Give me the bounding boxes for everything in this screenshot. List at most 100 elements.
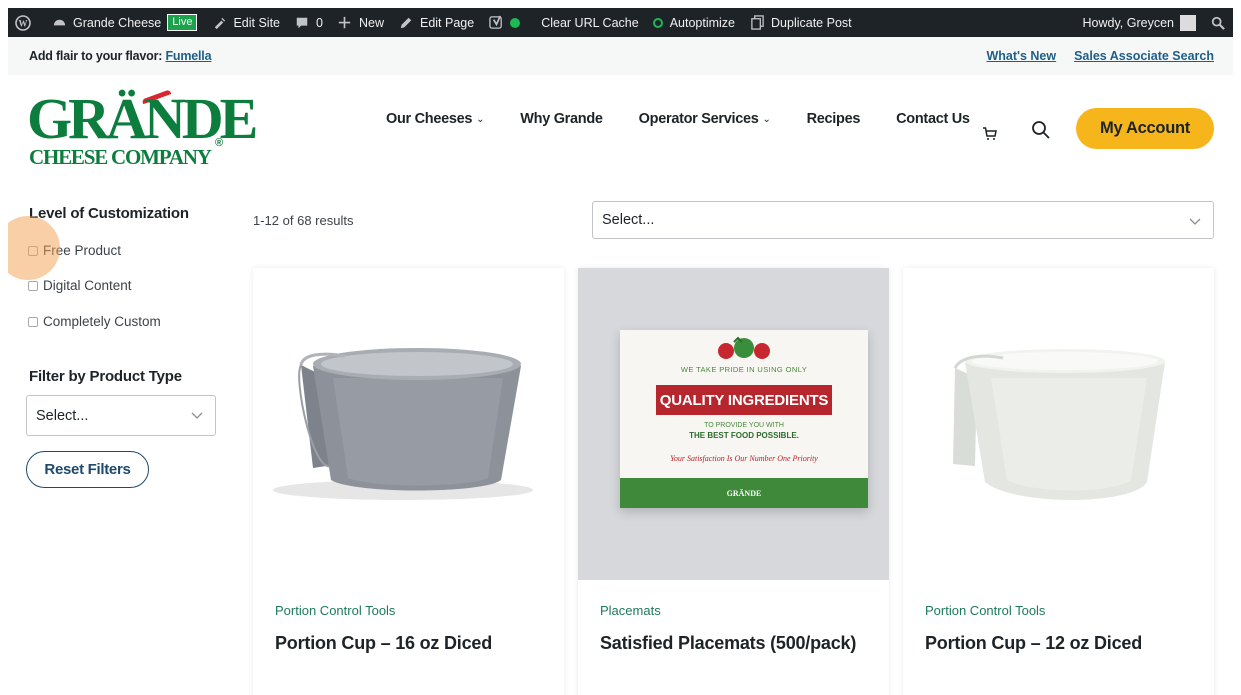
nav-label: Recipes bbox=[806, 111, 861, 127]
product-type-heading: Filter by Product Type bbox=[29, 368, 182, 385]
nav-operator-services[interactable]: Operator Services ⌄ bbox=[639, 111, 771, 127]
product-image[interactable]: WE TAKE PRIDE IN USING ONLY QUALITY INGR… bbox=[578, 268, 889, 580]
seo-status-dot bbox=[510, 17, 521, 28]
comments-count: 0 bbox=[316, 15, 323, 30]
product-card[interactable]: Portion Control Tools Portion Cup – 12 o… bbox=[903, 268, 1214, 695]
sort-select[interactable]: Select... bbox=[592, 201, 1214, 239]
browser-viewport: W Grande Cheese Live Edit Site 0 New Edi… bbox=[8, 8, 1233, 695]
yoast-seo-button[interactable] bbox=[481, 8, 534, 37]
product-type-select[interactable]: Select... bbox=[26, 395, 216, 436]
duplicate-post-label: Duplicate Post bbox=[771, 15, 852, 30]
product-image[interactable] bbox=[903, 268, 1214, 580]
placemat-line: WE TAKE PRIDE IN USING ONLY bbox=[680, 365, 808, 374]
filter-option-label: Digital Content bbox=[43, 278, 132, 293]
new-content-button[interactable]: New bbox=[330, 8, 391, 37]
wordpress-icon: W bbox=[15, 14, 31, 31]
nav-label: Our Cheeses bbox=[386, 111, 473, 127]
promo-bar: Add flair to your flavor: Fumella What's… bbox=[8, 37, 1233, 75]
autoptimize-status-icon bbox=[652, 17, 663, 28]
product-category[interactable]: Portion Control Tools bbox=[275, 603, 395, 618]
registered-mark: ® bbox=[215, 137, 224, 149]
checkbox[interactable] bbox=[28, 316, 38, 327]
select-value: Select... bbox=[602, 212, 655, 228]
plus-icon bbox=[337, 15, 353, 31]
nav-recipes[interactable]: Recipes bbox=[807, 111, 861, 127]
placemat-footer: GRÄNDE bbox=[620, 478, 868, 508]
placemat-script: Your Satisfaction Is Our Number One Prio… bbox=[670, 454, 818, 463]
product-card[interactable]: Portion Control Tools Portion Cup – 16 o… bbox=[253, 268, 564, 695]
placemat-line: TO PROVIDE YOU WITH bbox=[704, 422, 784, 429]
site-name: Grande Cheese bbox=[73, 15, 162, 30]
cart-icon[interactable] bbox=[982, 125, 998, 141]
search-icon[interactable] bbox=[1031, 120, 1051, 140]
main-nav: Our Cheeses ⌄ Why Grande Operator Servic… bbox=[386, 111, 1006, 127]
nav-contact-us[interactable]: Contact Us bbox=[896, 111, 970, 127]
nav-our-cheeses[interactable]: Our Cheeses ⌄ bbox=[386, 111, 485, 127]
logo-subtitle: CHEESE COMPANY bbox=[29, 145, 212, 169]
live-badge: Live bbox=[167, 14, 198, 31]
product-title[interactable]: Portion Cup – 16 oz Diced bbox=[275, 632, 535, 654]
chevron-down-icon: ⌄ bbox=[762, 113, 771, 125]
dashboard-icon bbox=[51, 15, 67, 31]
filter-completely-custom[interactable]: Completely Custom bbox=[28, 314, 161, 329]
search-icon bbox=[1210, 15, 1226, 31]
autoptimize-button[interactable]: Autoptimize bbox=[646, 8, 742, 37]
edit-page-label: Edit Page bbox=[419, 15, 475, 30]
comment-icon bbox=[294, 15, 310, 31]
clear-url-cache-button[interactable]: Clear URL Cache bbox=[534, 8, 646, 37]
fumella-link[interactable]: Fumella bbox=[165, 49, 211, 63]
yoast-icon bbox=[488, 15, 504, 31]
vegetables-illustration bbox=[718, 336, 770, 359]
placemat-line: THE BEST FOOD POSSIBLE. bbox=[689, 431, 799, 440]
brush-icon bbox=[211, 15, 227, 31]
checkbox[interactable] bbox=[28, 280, 38, 291]
grande-logo[interactable]: GRÄNDE CHEESE COMPANY ® bbox=[27, 88, 258, 172]
select-value: Select... bbox=[36, 407, 89, 424]
click-indicator bbox=[8, 216, 60, 280]
admin-bar: W Grande Cheese Live Edit Site 0 New Edi… bbox=[8, 8, 1233, 37]
chevron-down-icon bbox=[191, 409, 203, 421]
filter-digital-content[interactable]: Digital Content bbox=[28, 278, 132, 293]
svg-text:W: W bbox=[19, 18, 28, 28]
chevron-down-icon: ⌄ bbox=[476, 113, 485, 125]
customization-heading: Level of Customization bbox=[29, 205, 189, 222]
site-name-menu[interactable]: Grande Cheese Live bbox=[44, 8, 204, 37]
promo-message: Add flair to your flavor: Fumella bbox=[29, 49, 212, 63]
nav-why-grande[interactable]: Why Grande bbox=[520, 111, 603, 127]
my-account-button[interactable]: My Account bbox=[1076, 108, 1214, 149]
nav-label: Why Grande bbox=[520, 111, 603, 127]
results-count: 1-12 of 68 results bbox=[253, 213, 354, 228]
sales-associate-search-link[interactable]: Sales Associate Search bbox=[1074, 49, 1214, 63]
chevron-down-icon bbox=[1189, 215, 1201, 227]
product-image[interactable] bbox=[253, 268, 564, 580]
whats-new-link[interactable]: What's New bbox=[986, 49, 1056, 63]
avatar bbox=[1180, 14, 1196, 31]
site-header: GRÄNDE CHEESE COMPANY ® Our Cheeses ⌄ Wh… bbox=[8, 75, 1233, 183]
clear-cache-label: Clear URL Cache bbox=[541, 15, 639, 30]
autoptimize-label: Autoptimize bbox=[669, 15, 736, 30]
howdy-label: Howdy, Greycen bbox=[1082, 15, 1174, 30]
duplicate-post-button[interactable]: Duplicate Post bbox=[742, 8, 859, 37]
reset-filters-button[interactable]: Reset Filters bbox=[26, 451, 149, 488]
promo-text: Add flair to your flavor: bbox=[29, 49, 163, 63]
nav-label: Contact Us bbox=[896, 111, 970, 127]
placemat-banner: QUALITY INGREDIENTS bbox=[656, 385, 832, 415]
edit-site-label: Edit Site bbox=[233, 15, 281, 30]
product-title[interactable]: Satisfied Placemats (500/pack) bbox=[600, 632, 860, 654]
nav-label: Operator Services bbox=[638, 111, 759, 127]
my-account-admin-menu[interactable]: Howdy, Greycen bbox=[1076, 8, 1203, 37]
pencil-icon bbox=[398, 15, 414, 31]
comments-button[interactable]: 0 bbox=[287, 8, 330, 37]
duplicate-icon bbox=[749, 15, 765, 31]
filter-option-label: Completely Custom bbox=[43, 314, 161, 329]
new-label: New bbox=[358, 15, 384, 30]
edit-site-button[interactable]: Edit Site bbox=[204, 8, 287, 37]
placemat-image: WE TAKE PRIDE IN USING ONLY QUALITY INGR… bbox=[620, 330, 868, 508]
product-category[interactable]: Portion Control Tools bbox=[925, 603, 1045, 618]
wordpress-logo-button[interactable]: W bbox=[8, 8, 44, 37]
product-card[interactable]: WE TAKE PRIDE IN USING ONLY QUALITY INGR… bbox=[578, 268, 889, 695]
admin-search-button[interactable] bbox=[1203, 8, 1233, 37]
product-title[interactable]: Portion Cup – 12 oz Diced bbox=[925, 632, 1185, 654]
product-category[interactable]: Placemats bbox=[600, 603, 661, 618]
edit-page-button[interactable]: Edit Page bbox=[391, 8, 481, 37]
